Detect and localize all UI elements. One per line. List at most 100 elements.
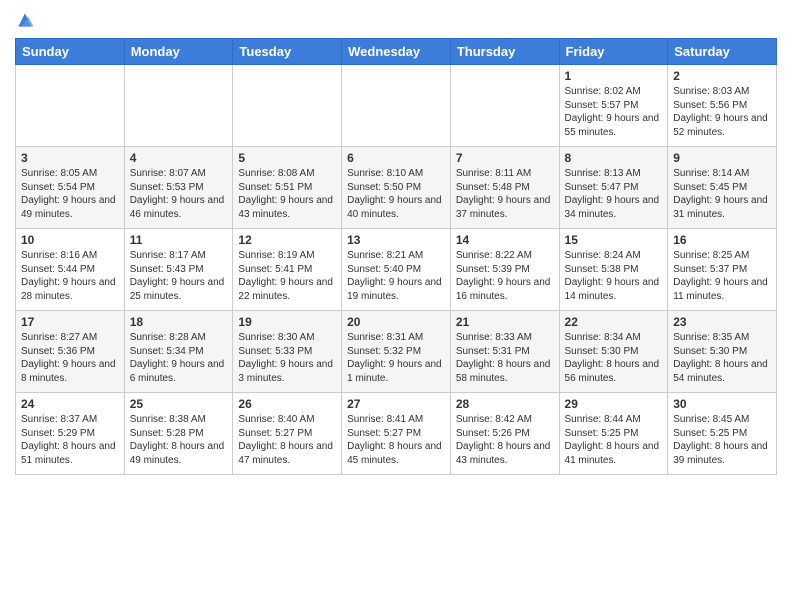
calendar-cell: 5 Sunrise: 8:08 AM Sunset: 5:51 PM Daylig… <box>233 147 342 229</box>
day-number: 16 <box>673 233 771 247</box>
day-number: 4 <box>130 151 228 165</box>
day-number: 2 <box>673 69 771 83</box>
day-number: 15 <box>565 233 663 247</box>
calendar-cell: 15 Sunrise: 8:24 AM Sunset: 5:38 PM Dayli… <box>559 229 668 311</box>
day-info: Sunrise: 8:14 AM Sunset: 5:45 PM Dayligh… <box>673 167 771 221</box>
day-number: 27 <box>347 397 445 411</box>
day-number: 5 <box>238 151 336 165</box>
day-info: Sunrise: 8:40 AM Sunset: 5:27 PM Dayligh… <box>238 413 336 467</box>
day-number: 1 <box>565 69 663 83</box>
calendar-cell: 12 Sunrise: 8:19 AM Sunset: 5:41 PM Dayli… <box>233 229 342 311</box>
calendar-cell: 3 Sunrise: 8:05 AM Sunset: 5:54 PM Daylig… <box>16 147 125 229</box>
calendar-cell: 14 Sunrise: 8:22 AM Sunset: 5:39 PM Dayli… <box>450 229 559 311</box>
day-info: Sunrise: 8:34 AM Sunset: 5:30 PM Dayligh… <box>565 331 663 385</box>
calendar-cell <box>342 65 451 147</box>
day-number: 26 <box>238 397 336 411</box>
calendar-week-1: 3 Sunrise: 8:05 AM Sunset: 5:54 PM Daylig… <box>16 147 777 229</box>
day-number: 30 <box>673 397 771 411</box>
calendar-cell: 26 Sunrise: 8:40 AM Sunset: 5:27 PM Dayli… <box>233 393 342 475</box>
day-info: Sunrise: 8:16 AM Sunset: 5:44 PM Dayligh… <box>21 249 119 303</box>
day-info: Sunrise: 8:08 AM Sunset: 5:51 PM Dayligh… <box>238 167 336 221</box>
calendar-cell: 19 Sunrise: 8:30 AM Sunset: 5:33 PM Dayli… <box>233 311 342 393</box>
calendar-header-friday: Friday <box>559 39 668 65</box>
day-info: Sunrise: 8:24 AM Sunset: 5:38 PM Dayligh… <box>565 249 663 303</box>
calendar-cell: 25 Sunrise: 8:38 AM Sunset: 5:28 PM Dayli… <box>124 393 233 475</box>
calendar-cell: 1Sunrise: 8:02 AM Sunset: 5:57 PM Daylig… <box>559 65 668 147</box>
day-number: 7 <box>456 151 554 165</box>
calendar-cell <box>450 65 559 147</box>
day-info: Sunrise: 8:25 AM Sunset: 5:37 PM Dayligh… <box>673 249 771 303</box>
day-info: Sunrise: 8:44 AM Sunset: 5:25 PM Dayligh… <box>565 413 663 467</box>
calendar-week-4: 24 Sunrise: 8:37 AM Sunset: 5:29 PM Dayli… <box>16 393 777 475</box>
day-info: Sunrise: 8:22 AM Sunset: 5:39 PM Dayligh… <box>456 249 554 303</box>
day-info: Sunrise: 8:27 AM Sunset: 5:36 PM Dayligh… <box>21 331 119 385</box>
calendar-cell <box>233 65 342 147</box>
day-info: Sunrise: 8:30 AM Sunset: 5:33 PM Dayligh… <box>238 331 336 385</box>
day-number: 23 <box>673 315 771 329</box>
page: SundayMondayTuesdayWednesdayThursdayFrid… <box>0 0 792 612</box>
day-number: 19 <box>238 315 336 329</box>
day-number: 13 <box>347 233 445 247</box>
day-number: 17 <box>21 315 119 329</box>
calendar-header-monday: Monday <box>124 39 233 65</box>
calendar-week-2: 10Sunrise: 8:16 AM Sunset: 5:44 PM Dayli… <box>16 229 777 311</box>
day-number: 8 <box>565 151 663 165</box>
day-info: Sunrise: 8:41 AM Sunset: 5:27 PM Dayligh… <box>347 413 445 467</box>
day-number: 11 <box>130 233 228 247</box>
day-number: 22 <box>565 315 663 329</box>
calendar-cell: 27 Sunrise: 8:41 AM Sunset: 5:27 PM Dayli… <box>342 393 451 475</box>
day-info: Sunrise: 8:42 AM Sunset: 5:26 PM Dayligh… <box>456 413 554 467</box>
calendar-cell: 18 Sunrise: 8:28 AM Sunset: 5:34 PM Dayli… <box>124 311 233 393</box>
day-number: 28 <box>456 397 554 411</box>
calendar-header-tuesday: Tuesday <box>233 39 342 65</box>
day-number: 12 <box>238 233 336 247</box>
calendar-header-saturday: Saturday <box>668 39 777 65</box>
calendar-cell: 16 Sunrise: 8:25 AM Sunset: 5:37 PM Dayli… <box>668 229 777 311</box>
day-number: 9 <box>673 151 771 165</box>
day-info: Sunrise: 8:31 AM Sunset: 5:32 PM Dayligh… <box>347 331 445 385</box>
calendar-cell: 4 Sunrise: 8:07 AM Sunset: 5:53 PM Daylig… <box>124 147 233 229</box>
calendar-cell: 13 Sunrise: 8:21 AM Sunset: 5:40 PM Dayli… <box>342 229 451 311</box>
day-info: Sunrise: 8:35 AM Sunset: 5:30 PM Dayligh… <box>673 331 771 385</box>
day-info: Sunrise: 8:33 AM Sunset: 5:31 PM Dayligh… <box>456 331 554 385</box>
day-number: 25 <box>130 397 228 411</box>
day-info: Sunrise: 8:38 AM Sunset: 5:28 PM Dayligh… <box>130 413 228 467</box>
logo-icon <box>15 10 35 30</box>
day-number: 24 <box>21 397 119 411</box>
day-number: 6 <box>347 151 445 165</box>
day-info: Sunrise: 8:17 AM Sunset: 5:43 PM Dayligh… <box>130 249 228 303</box>
day-info: Sunrise: 8:10 AM Sunset: 5:50 PM Dayligh… <box>347 167 445 221</box>
calendar-week-0: 1Sunrise: 8:02 AM Sunset: 5:57 PM Daylig… <box>16 65 777 147</box>
calendar-cell <box>124 65 233 147</box>
day-info: Sunrise: 8:03 AM Sunset: 5:56 PM Dayligh… <box>673 85 771 139</box>
calendar-cell: 22 Sunrise: 8:34 AM Sunset: 5:30 PM Dayli… <box>559 311 668 393</box>
calendar-cell: 7 Sunrise: 8:11 AM Sunset: 5:48 PM Daylig… <box>450 147 559 229</box>
day-info: Sunrise: 8:45 AM Sunset: 5:25 PM Dayligh… <box>673 413 771 467</box>
calendar-header-wednesday: Wednesday <box>342 39 451 65</box>
calendar-cell: 6 Sunrise: 8:10 AM Sunset: 5:50 PM Daylig… <box>342 147 451 229</box>
calendar-cell <box>16 65 125 147</box>
day-number: 3 <box>21 151 119 165</box>
day-info: Sunrise: 8:05 AM Sunset: 5:54 PM Dayligh… <box>21 167 119 221</box>
day-number: 14 <box>456 233 554 247</box>
calendar-header-sunday: Sunday <box>16 39 125 65</box>
calendar-table: SundayMondayTuesdayWednesdayThursdayFrid… <box>15 38 777 475</box>
day-info: Sunrise: 8:19 AM Sunset: 5:41 PM Dayligh… <box>238 249 336 303</box>
day-info: Sunrise: 8:28 AM Sunset: 5:34 PM Dayligh… <box>130 331 228 385</box>
calendar-cell: 11 Sunrise: 8:17 AM Sunset: 5:43 PM Dayli… <box>124 229 233 311</box>
calendar-cell: 2 Sunrise: 8:03 AM Sunset: 5:56 PM Daylig… <box>668 65 777 147</box>
day-info: Sunrise: 8:11 AM Sunset: 5:48 PM Dayligh… <box>456 167 554 221</box>
day-number: 18 <box>130 315 228 329</box>
calendar-cell: 23 Sunrise: 8:35 AM Sunset: 5:30 PM Dayli… <box>668 311 777 393</box>
calendar-cell: 21 Sunrise: 8:33 AM Sunset: 5:31 PM Dayli… <box>450 311 559 393</box>
day-number: 29 <box>565 397 663 411</box>
day-info: Sunrise: 8:07 AM Sunset: 5:53 PM Dayligh… <box>130 167 228 221</box>
day-info: Sunrise: 8:21 AM Sunset: 5:40 PM Dayligh… <box>347 249 445 303</box>
day-info: Sunrise: 8:13 AM Sunset: 5:47 PM Dayligh… <box>565 167 663 221</box>
calendar-cell: 24 Sunrise: 8:37 AM Sunset: 5:29 PM Dayli… <box>16 393 125 475</box>
day-number: 20 <box>347 315 445 329</box>
header <box>15 10 777 30</box>
day-number: 21 <box>456 315 554 329</box>
calendar-cell: 30 Sunrise: 8:45 AM Sunset: 5:25 PM Dayli… <box>668 393 777 475</box>
day-info: Sunrise: 8:37 AM Sunset: 5:29 PM Dayligh… <box>21 413 119 467</box>
